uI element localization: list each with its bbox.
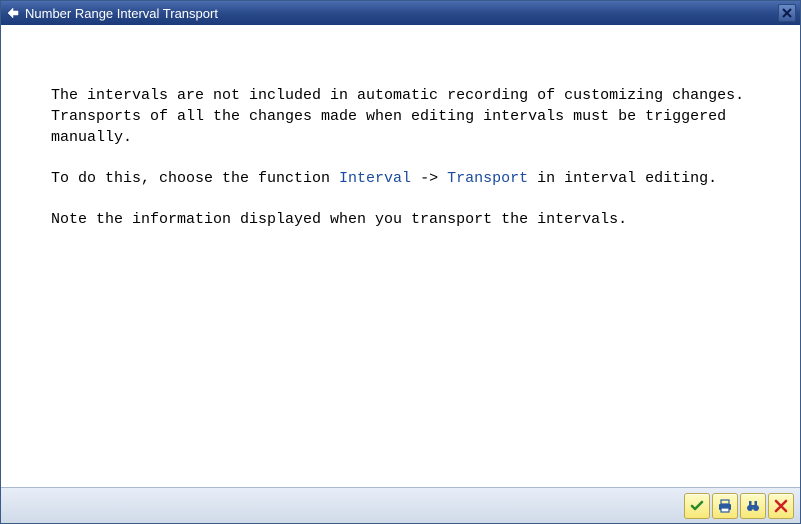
- bottom-toolbar: [1, 487, 800, 523]
- binoculars-icon: [745, 498, 761, 514]
- menu-path-interval: Interval: [339, 170, 411, 187]
- window-icon: [5, 5, 21, 21]
- titlebar: Number Range Interval Transport: [1, 1, 800, 25]
- checkmark-icon: [689, 498, 705, 514]
- printer-icon: [717, 498, 733, 514]
- window-title: Number Range Interval Transport: [25, 6, 778, 21]
- menu-path-transport: Transport: [447, 170, 528, 187]
- para2-suffix: in interval editing.: [528, 170, 717, 187]
- para2-prefix: To do this, choose the function: [51, 170, 339, 187]
- content-area: The intervals are not included in automa…: [1, 25, 800, 487]
- paragraph-3: Note the information displayed when you …: [51, 209, 750, 230]
- dialog-window: Number Range Interval Transport The inte…: [0, 0, 801, 524]
- cancel-button[interactable]: [768, 493, 794, 519]
- paragraph-1: The intervals are not included in automa…: [51, 85, 750, 148]
- search-button[interactable]: [740, 493, 766, 519]
- x-red-icon: [774, 499, 788, 513]
- para2-arrow: ->: [411, 170, 447, 187]
- print-button[interactable]: [712, 493, 738, 519]
- close-button[interactable]: [778, 4, 796, 22]
- paragraph-2: To do this, choose the function Interval…: [51, 168, 750, 189]
- confirm-button[interactable]: [684, 493, 710, 519]
